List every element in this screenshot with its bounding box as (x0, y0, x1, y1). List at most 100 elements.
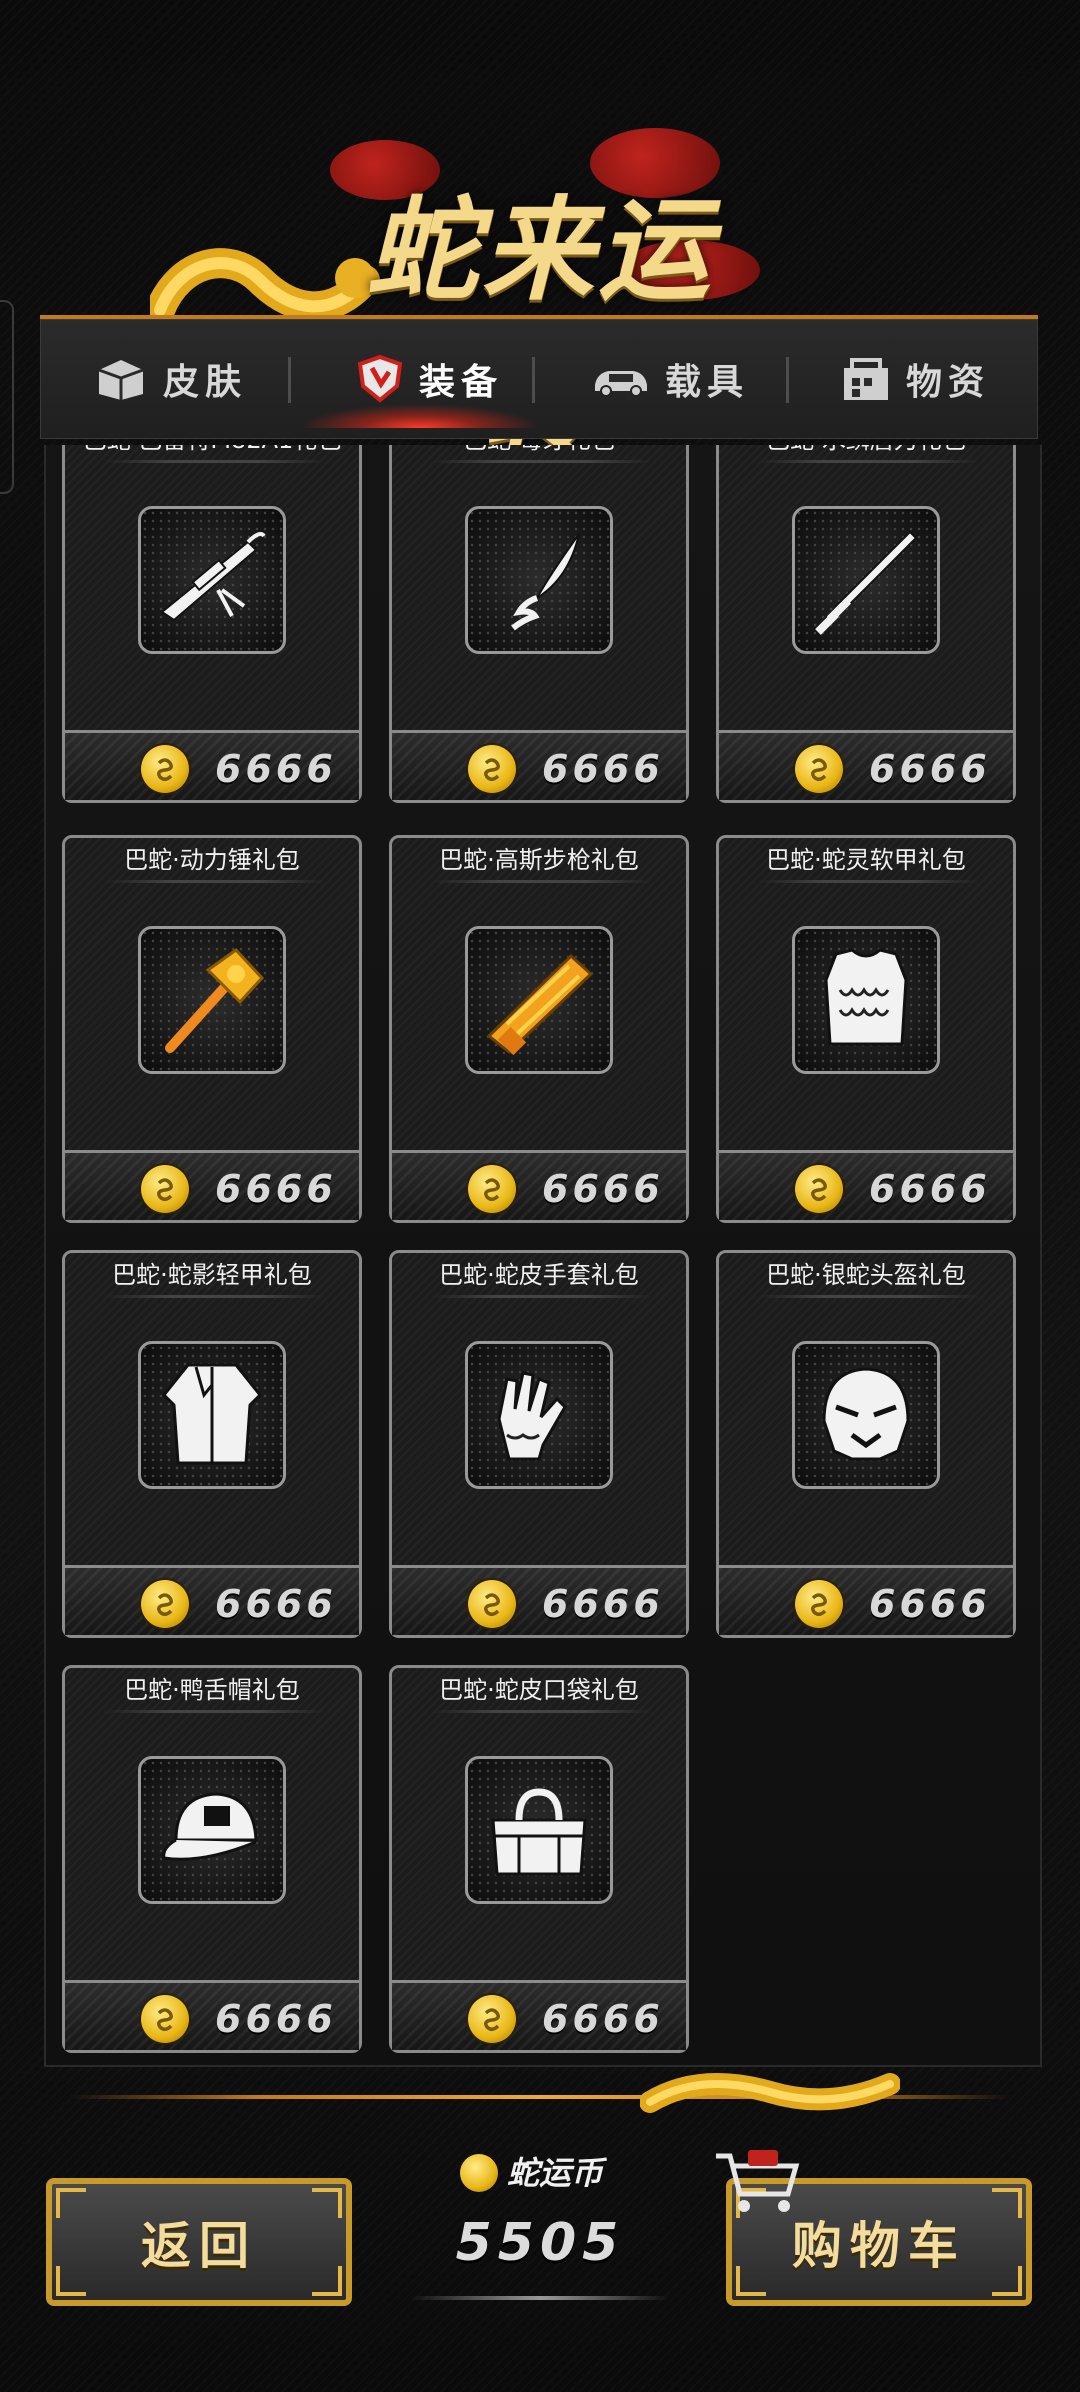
item-name: 巴蛇·蛇皮手套礼包 (439, 1261, 639, 1289)
currency-label: 蛇运币 (506, 2154, 603, 2192)
item-name: 巴蛇·蛇皮口袋礼包 (439, 1676, 639, 1704)
price-bar: 6666 (719, 1565, 1013, 1635)
coin-icon (141, 745, 189, 793)
item-icon-frame (138, 1341, 286, 1489)
item-card[interactable]: 巴蛇·巴雷特M82A1礼包 6666 (62, 445, 362, 803)
item-card[interactable]: 巴蛇·蛇灵软甲礼包 6666 (716, 835, 1016, 1223)
coin-icon (468, 1995, 516, 2043)
price-bar: 6666 (392, 1565, 686, 1635)
title-divider (432, 1710, 652, 1713)
item-icon-frame (792, 1341, 940, 1489)
coin-icon (468, 1165, 516, 1213)
title-banner: 蛇来运转 (0, 120, 1080, 478)
item-card[interactable]: 巴蛇·毒牙礼包 6666 (389, 445, 689, 803)
item-price: 6666 (869, 1167, 991, 1211)
item-icon-frame (792, 506, 940, 654)
item-card[interactable]: 巴蛇·蛇影轻甲礼包 6666 (62, 1250, 362, 1638)
shopping-cart-icon (716, 2150, 800, 2212)
hammer-icon (165, 948, 265, 1053)
price-bar: 6666 (65, 730, 359, 800)
coin-icon (795, 1580, 843, 1628)
bag-icon (491, 1788, 587, 1876)
coin-icon (795, 745, 843, 793)
title-divider (432, 460, 652, 463)
item-name: 巴蛇·毒牙礼包 (392, 445, 686, 458)
tab-divider (786, 357, 789, 403)
currency-underline (410, 2296, 670, 2300)
cap-icon (162, 1792, 258, 1861)
item-price: 6666 (869, 1582, 991, 1626)
item-card[interactable]: 巴蛇·鸭舌帽礼包 6666 (62, 1665, 362, 2053)
title-divider (759, 880, 979, 883)
price-bar: 6666 (65, 1565, 359, 1635)
gauss-rifle-icon (486, 953, 594, 1056)
item-icon-frame (138, 506, 286, 654)
active-tab-indicator (300, 404, 540, 428)
price-bar: 6666 (392, 1980, 686, 2050)
item-name: 巴蛇·高斯步枪礼包 (439, 846, 639, 874)
tab-supplies[interactable]: 物资 (800, 319, 1030, 439)
frame-corner (312, 2188, 342, 2218)
tab-label: 载具 (664, 362, 749, 403)
item-card[interactable]: 巴蛇·水鳞唐刀礼包 6666 (716, 445, 1016, 803)
title-divider (759, 460, 979, 463)
curved-blade-icon (511, 533, 580, 631)
currency-balance: 5505 (455, 2213, 625, 2273)
crate-icon (840, 356, 892, 402)
item-icon-frame (465, 1341, 613, 1489)
item-icon-frame (138, 926, 286, 1074)
item-price: 6666 (542, 747, 664, 791)
item-card[interactable]: 巴蛇·蛇皮手套礼包 6666 (389, 1250, 689, 1638)
item-grid[interactable]: 巴蛇·巴雷特M82A1礼包 6666 巴蛇·毒牙礼包 (44, 445, 1042, 2067)
title-divider (432, 1295, 652, 1298)
frame-corner (56, 2188, 86, 2218)
price-bar: 6666 (392, 1150, 686, 1220)
title-divider (105, 460, 325, 463)
tab-divider (532, 357, 535, 403)
item-name: 巴蛇·银蛇头盔礼包 (766, 1261, 966, 1289)
price-bar: 6666 (719, 730, 1013, 800)
coin-icon (795, 1165, 843, 1213)
item-price: 6666 (542, 1167, 664, 1211)
tab-skins[interactable]: 皮肤 (60, 319, 280, 439)
price-bar: 6666 (65, 1980, 359, 2050)
item-name: 巴蛇·水鳞唐刀礼包 (719, 445, 1013, 458)
car-icon (591, 359, 651, 399)
frame-corner (312, 2266, 342, 2296)
item-price: 6666 (542, 1582, 664, 1626)
back-button[interactable]: 返回 (46, 2178, 352, 2306)
frame-corner (992, 2266, 1022, 2296)
helmet-icon (822, 1367, 910, 1461)
title-divider (105, 880, 325, 883)
side-pull-handle[interactable] (0, 300, 14, 494)
cart-button-label: 购物车 (792, 2217, 966, 2275)
item-card[interactable]: 巴蛇·动力锤礼包 6666 (62, 835, 362, 1223)
price-bar: 6666 (392, 730, 686, 800)
tab-divider (288, 357, 291, 403)
item-name: 巴蛇·动力锤礼包 (124, 846, 300, 874)
jacket-icon (161, 1363, 263, 1465)
item-icon-frame (465, 506, 613, 654)
item-name: 巴蛇·巴雷特M82A1礼包 (65, 445, 359, 458)
gloves-icon (497, 1371, 567, 1461)
item-card[interactable]: 巴蛇·蛇皮口袋礼包 6666 (389, 1665, 689, 2053)
coin-icon (141, 1165, 189, 1213)
sniper-rifle-icon (160, 532, 266, 622)
item-card[interactable]: 巴蛇·高斯步枪礼包 6666 (389, 835, 689, 1223)
item-price: 6666 (542, 1997, 664, 2041)
item-name: 巴蛇·鸭舌帽礼包 (124, 1676, 300, 1704)
price-bar: 6666 (719, 1150, 1013, 1220)
title-divider (105, 1710, 325, 1713)
item-price: 6666 (215, 1167, 337, 1211)
item-name: 巴蛇·蛇灵软甲礼包 (766, 846, 966, 874)
coin-icon (141, 1995, 189, 2043)
item-icon-frame (465, 926, 613, 1074)
tab-vehicles[interactable]: 载具 (550, 319, 790, 439)
katana-icon (815, 530, 918, 635)
coin-icon (468, 745, 516, 793)
item-price: 6666 (215, 1582, 337, 1626)
frame-corner (992, 2188, 1022, 2218)
shield-icon (355, 354, 405, 404)
item-card[interactable]: 巴蛇·银蛇头盔礼包 6666 (716, 1250, 1016, 1638)
shop-screen: 蛇来运转 皮肤 装备 载具 物资 (0, 0, 1080, 2392)
